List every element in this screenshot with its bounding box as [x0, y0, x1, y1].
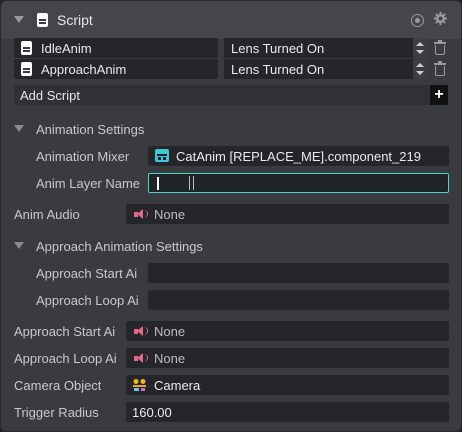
script-file-icon	[21, 62, 32, 76]
camera-object-value: Camera	[154, 378, 201, 393]
script-name: IdleAnim	[41, 41, 92, 56]
camera-object-field[interactable]: Camera	[126, 375, 449, 395]
approach-loop-anim-label: Approach Loop Ai	[36, 293, 139, 308]
approach-start-audio-label: Approach Start Ai	[14, 324, 116, 339]
audio-speaker-icon	[134, 352, 148, 364]
animation-mixer-field[interactable]: CatAnim [REPLACE_ME].component_219	[148, 146, 449, 166]
approach-start-anim-label: Approach Start Ai	[36, 266, 138, 281]
audio-speaker-icon	[134, 325, 148, 337]
animation-settings-title: Animation Settings	[36, 122, 145, 137]
enable-toggle-icon[interactable]	[411, 14, 424, 27]
add-script-label: Add Script	[20, 88, 80, 103]
script-slot-2[interactable]: ApproachAnim	[14, 59, 218, 79]
approach-loop-audio-field[interactable]: None	[126, 348, 449, 368]
event-value: Lens Turned On	[231, 62, 325, 77]
trigger-radius-input[interactable]: 160.00	[126, 402, 449, 422]
script-name: ApproachAnim	[41, 62, 127, 77]
anim-audio-value: None	[154, 207, 186, 222]
approach-settings-title: Approach Animation Settings	[36, 239, 203, 254]
camera-object-label: Camera Object	[14, 378, 102, 393]
collapse-triangle-icon[interactable]	[14, 125, 24, 132]
text-cursor	[157, 177, 159, 190]
delete-trash-icon[interactable]	[434, 40, 446, 55]
animation-mixer-label: Animation Mixer	[36, 149, 130, 164]
trigger-radius-value: 160.00	[132, 405, 172, 420]
approach-loop-audio-label: Approach Loop Ai	[14, 351, 117, 366]
approach-start-audio-value: None	[154, 324, 186, 339]
anim-audio-label: Anim Audio	[14, 207, 80, 222]
script-file-icon	[21, 41, 32, 55]
event-spinner-icon[interactable]	[413, 59, 427, 79]
anim-layer-name-label: Anim Layer Name	[36, 176, 141, 191]
anim-audio-field[interactable]: None	[126, 204, 449, 224]
add-script-bar[interactable]: Add Script +	[14, 85, 448, 105]
approach-start-audio-field[interactable]: None	[126, 321, 449, 341]
animation-mixer-icon	[155, 149, 169, 162]
collapse-triangle-icon[interactable]	[14, 16, 24, 23]
event-spinner-icon[interactable]	[413, 38, 427, 58]
script-icon	[37, 13, 48, 27]
settings-gear-icon[interactable]	[434, 12, 447, 25]
script-component-panel: Script IdleAnim Lens Turned On ApproachA…	[0, 0, 462, 432]
delete-trash-icon[interactable]	[434, 61, 446, 76]
approach-loop-anim-input[interactable]	[148, 290, 449, 310]
anim-layer-name-input[interactable]	[148, 173, 449, 193]
collapse-triangle-icon[interactable]	[14, 242, 24, 249]
script-slot-1[interactable]: IdleAnim	[14, 38, 218, 58]
add-script-button[interactable]: +	[430, 85, 448, 105]
animation-mixer-value: CatAnim [REPLACE_ME].component_219	[176, 149, 421, 164]
approach-loop-audio-value: None	[154, 351, 186, 366]
component-header[interactable]: Script	[1, 1, 461, 39]
event-select-2[interactable]: Lens Turned On	[224, 59, 427, 79]
trigger-radius-label: Trigger Radius	[14, 405, 99, 420]
event-select-1[interactable]: Lens Turned On	[224, 38, 427, 58]
audio-speaker-icon	[134, 208, 148, 220]
event-value: Lens Turned On	[231, 41, 325, 56]
approach-start-anim-input[interactable]	[148, 263, 449, 283]
scene-object-icon	[132, 378, 147, 392]
ibeam-cursor-icon	[189, 176, 194, 190]
component-title: Script	[57, 12, 93, 28]
